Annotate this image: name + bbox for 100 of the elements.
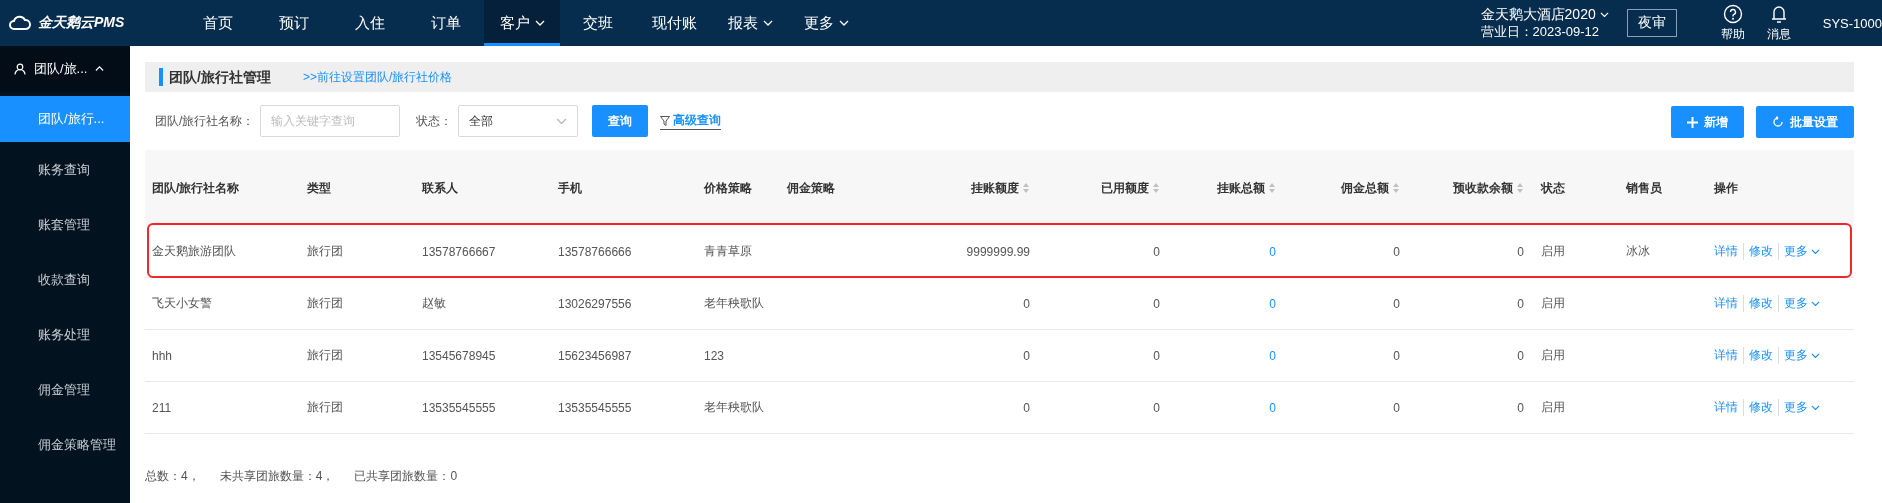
table-cell: 13535545555 [558,400,632,415]
table-cell: 0 [1517,244,1524,259]
column-header: 销售员 [1626,179,1662,197]
column-header: 状态 [1541,179,1565,197]
cloud-logo-icon [8,15,32,31]
sort-button[interactable] [1516,182,1524,194]
sort-button[interactable] [1392,182,1400,194]
table-cell: 123 [704,348,725,363]
caret-icon [838,20,849,26]
table-cell: 0 [1023,348,1030,363]
summary-text: 已共享团旅数量：0 [354,468,458,485]
table-cell: 旅行团 [307,400,343,414]
table-cell: hhh [152,348,173,363]
column-header: 挂账总额 [1217,179,1265,197]
table-cell: 0 [1153,400,1160,415]
column-header: 联系人 [422,179,458,197]
column-header: 挂账额度 [971,179,1019,197]
caret-icon [762,20,773,26]
page-title: 团队/旅行社管理 [159,68,271,86]
table-cell: 211 [152,400,172,415]
nav-tab[interactable]: 入住 [332,0,408,46]
nav-tab[interactable]: 订单 [408,0,484,46]
caret-icon [95,66,105,72]
table-cell: 启用 [1541,244,1565,258]
business-date: 营业日：2023-09-12 [1480,23,1601,40]
sidebar-item[interactable]: 账务处理 [0,307,130,362]
nav-tab[interactable]: 预订 [256,0,332,46]
table-cell: 启用 [1541,296,1565,310]
sidebar-item[interactable]: 佣金管理 [0,362,130,417]
table-cell: 旅行团 [307,348,343,362]
summary-text: 未共享团旅数量：4， [219,468,335,485]
help-icon [1722,3,1743,24]
table-cell: 金天鹅旅游团队 [152,244,236,258]
table-cell: 启用 [1541,400,1565,414]
table-cell: 13535545555 [422,400,496,415]
table-cell: 旅行团 [307,244,343,258]
nav-tab[interactable]: 客户 [484,0,560,46]
table-cell: 13026297556 [558,296,632,311]
table-cell: 0 [1517,400,1524,415]
column-header: 价格策略 [704,179,752,197]
column-header: 类型 [307,179,331,197]
column-header: 佣金总额 [1341,179,1389,197]
sort-button[interactable] [1268,182,1276,194]
user-name[interactable]: SYS-1000 [1822,15,1882,31]
filter-label: 状态： [416,112,453,130]
sidebar-group[interactable]: 团队/旅... [0,46,130,92]
column-header: 已用额度 [1101,179,1149,197]
table-cell: 0 [1153,296,1160,311]
table-cell: 0 [1023,296,1030,311]
column-header: 手机 [558,179,582,197]
sidebar-item[interactable]: 账务查询 [0,142,130,197]
top-action-label[interactable]: 消息 [1766,25,1791,43]
sidebar-item[interactable]: 账套管理 [0,197,130,252]
table-cell: 老年秧歌队 [704,296,764,310]
column-header: 预收款余额 [1453,179,1513,197]
sort-button[interactable] [1022,182,1030,194]
table-cell: 赵敏 [422,296,446,310]
name-search-field[interactable]: 输入关键字查询 [260,105,401,137]
caret-icon [556,117,568,125]
table-cell: 旅行团 [307,296,343,310]
nav-tab[interactable]: 报表 [712,0,788,46]
table-cell: 0 [1023,400,1030,415]
app-logo: 金天鹅云PMS [38,14,125,32]
table-cell: 0 [1393,400,1400,415]
table-cell: 0 [1517,348,1524,363]
sort-button[interactable] [1152,182,1160,194]
nav-tab[interactable]: 交班 [560,0,636,46]
table-cell: 冰冰 [1626,244,1650,258]
nav-tab[interactable]: 首页 [180,0,256,46]
top-action-label[interactable]: 帮助 [1720,25,1745,43]
caret-icon [1811,300,1820,307]
table-cell: 0 [1393,244,1400,259]
plus-icon [1687,116,1698,128]
table-cell: 9999999.99 [966,244,1030,259]
column-header: 操作 [1714,179,1738,197]
table-cell: 0 [1153,244,1160,259]
nav-tab[interactable]: 现付账 [636,0,712,46]
table-cell: 13578766666 [558,244,632,259]
hotel-selector[interactable]: 金天鹅大酒店2020 [1480,6,1609,23]
table-cell: 13578766667 [422,244,496,259]
status-select[interactable]: 全部 [458,105,579,137]
sidebar-item[interactable]: 佣金策略管理 [0,417,130,472]
user-icon [14,63,26,75]
caret-icon [1811,248,1820,255]
refresh-icon [1772,116,1784,128]
caret-icon [1811,404,1820,411]
table-cell: 0 [1393,296,1400,311]
nav-tab[interactable]: 更多 [788,0,864,46]
column-header: 佣金策略 [787,179,835,197]
table-cell: 0 [1153,348,1160,363]
night-audit-button[interactable]: 夜审 [1626,9,1677,37]
caret-icon [1811,352,1820,359]
table-cell: 飞天小女警 [152,296,212,310]
table-cell: 15623456987 [558,348,632,363]
sidebar-item[interactable]: 收款查询 [0,252,130,307]
column-header: 团队/旅行社名称 [152,179,240,197]
table-cell: 启用 [1541,348,1565,362]
table-cell: 13545678945 [422,348,496,363]
table-cell: 0 [1517,296,1524,311]
filter-label: 团队/旅行社名称： [155,112,255,130]
